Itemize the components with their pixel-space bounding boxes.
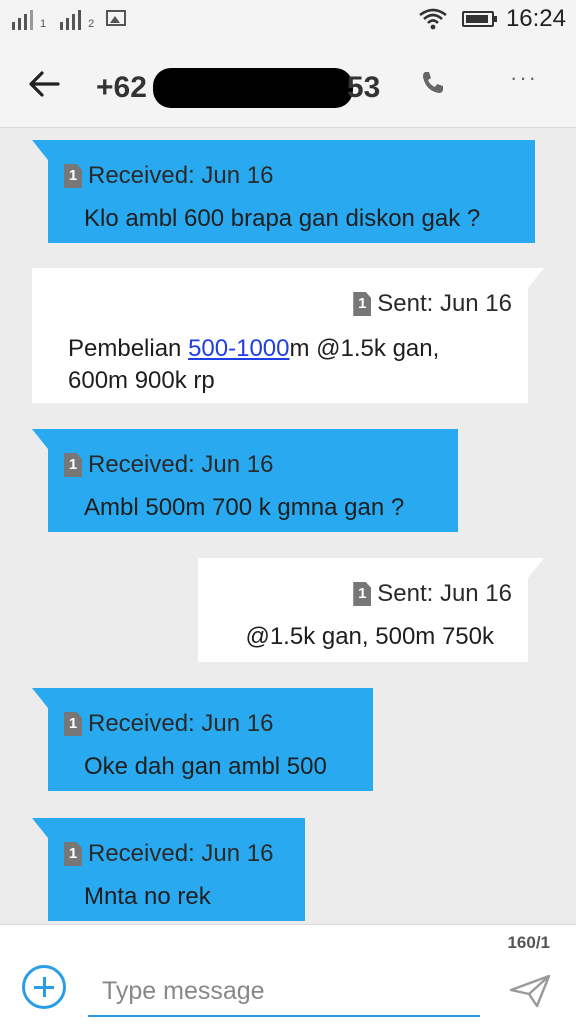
message-status: Sent: Jun 16 [377, 580, 512, 607]
wifi-icon [419, 8, 447, 30]
message-received[interactable]: 1 Received: Jun 16 Oke dah gan ambl 500 [32, 688, 373, 791]
message-text-line2: 600m 900k rp [68, 367, 215, 394]
message-meta: 1 Sent: Jun 16 [353, 290, 512, 318]
sim-card-icon: 1 [64, 842, 82, 866]
signal-icon [60, 8, 86, 30]
back-arrow-icon[interactable] [24, 64, 64, 104]
message-status: Received: Jun 16 [88, 840, 274, 867]
message-input[interactable] [88, 967, 480, 1017]
contact-number: +62 53 [96, 68, 380, 108]
status-right: 16:24 [418, 0, 566, 38]
redaction-block [152, 68, 353, 108]
signal-icon [12, 8, 38, 30]
add-icon[interactable] [22, 965, 66, 1009]
status-time: 16:24 [505, 5, 566, 32]
message-sent[interactable]: 1 Sent: Jun 16 @1.5k gan, 500m 750k [198, 558, 544, 662]
sim-card-icon: 1 [64, 453, 82, 477]
message-status: Received: Jun 16 [88, 451, 274, 478]
message-status: Received: Jun 16 [88, 162, 274, 189]
message-meta: 1 Received: Jun 16 [64, 451, 273, 479]
image-notification-icon [106, 10, 127, 26]
message-text-part: m @1.5k gan, [289, 335, 440, 362]
message-received[interactable]: 1 Received: Jun 16 Klo ambl 600 brapa ga… [32, 140, 535, 243]
battery-icon [461, 11, 497, 27]
phone-icon[interactable] [416, 66, 450, 100]
sim-card-icon: 1 [64, 712, 82, 736]
contact-suffix: 53 [346, 71, 381, 104]
message-meta: 1 Received: Jun 16 [64, 162, 273, 190]
sim-card-icon: 1 [353, 292, 372, 316]
message-received[interactable]: 1 Received: Jun 16 Mnta no rek [32, 818, 305, 921]
message-meta: 1 Received: Jun 16 [64, 840, 273, 868]
message-text-part: Pembelian [68, 335, 189, 362]
status-left: 1 2 [12, 8, 127, 30]
message-status: Received: Jun 16 [88, 710, 274, 737]
conversation-header: +62 53 ··· [0, 38, 576, 128]
message-composer: 160/1 [0, 924, 576, 1024]
message-status: Sent: Jun 16 [377, 290, 512, 317]
message-meta: 1 Received: Jun 16 [64, 710, 273, 738]
message-text: Mnta no rek [84, 883, 211, 910]
message-text: Ambl 500m 700 k gmna gan ? [84, 494, 405, 521]
message-meta: 1 Sent: Jun 16 [353, 580, 512, 608]
message-received[interactable]: 1 Received: Jun 16 Ambl 500m 700 k gmna … [32, 429, 458, 532]
message-text: Oke dah gan ambl 500 [84, 753, 327, 780]
message-text: Pembelian 500-1000m @1.5k gan, [68, 332, 439, 366]
sim-card-icon: 1 [64, 164, 82, 188]
message-sent[interactable]: 1 Sent: Jun 16 Pembelian 500-1000m @1.5k… [32, 268, 544, 403]
sim-card-icon: 1 [353, 582, 372, 606]
sim1-label: 1 [40, 18, 47, 30]
more-icon[interactable]: ··· [506, 66, 542, 100]
sim2-label: 2 [88, 18, 95, 30]
message-text: Klo ambl 600 brapa gan diskon gak ? [84, 205, 481, 232]
message-link[interactable]: 500-1000 [188, 335, 289, 362]
message-text: @1.5k gan, 500m 750k [245, 623, 494, 650]
character-counter: 160/1 [507, 933, 550, 952]
contact-prefix: +62 [96, 71, 147, 104]
status-bar: 1 2 16:24 [0, 0, 576, 38]
send-icon[interactable] [508, 973, 552, 1009]
